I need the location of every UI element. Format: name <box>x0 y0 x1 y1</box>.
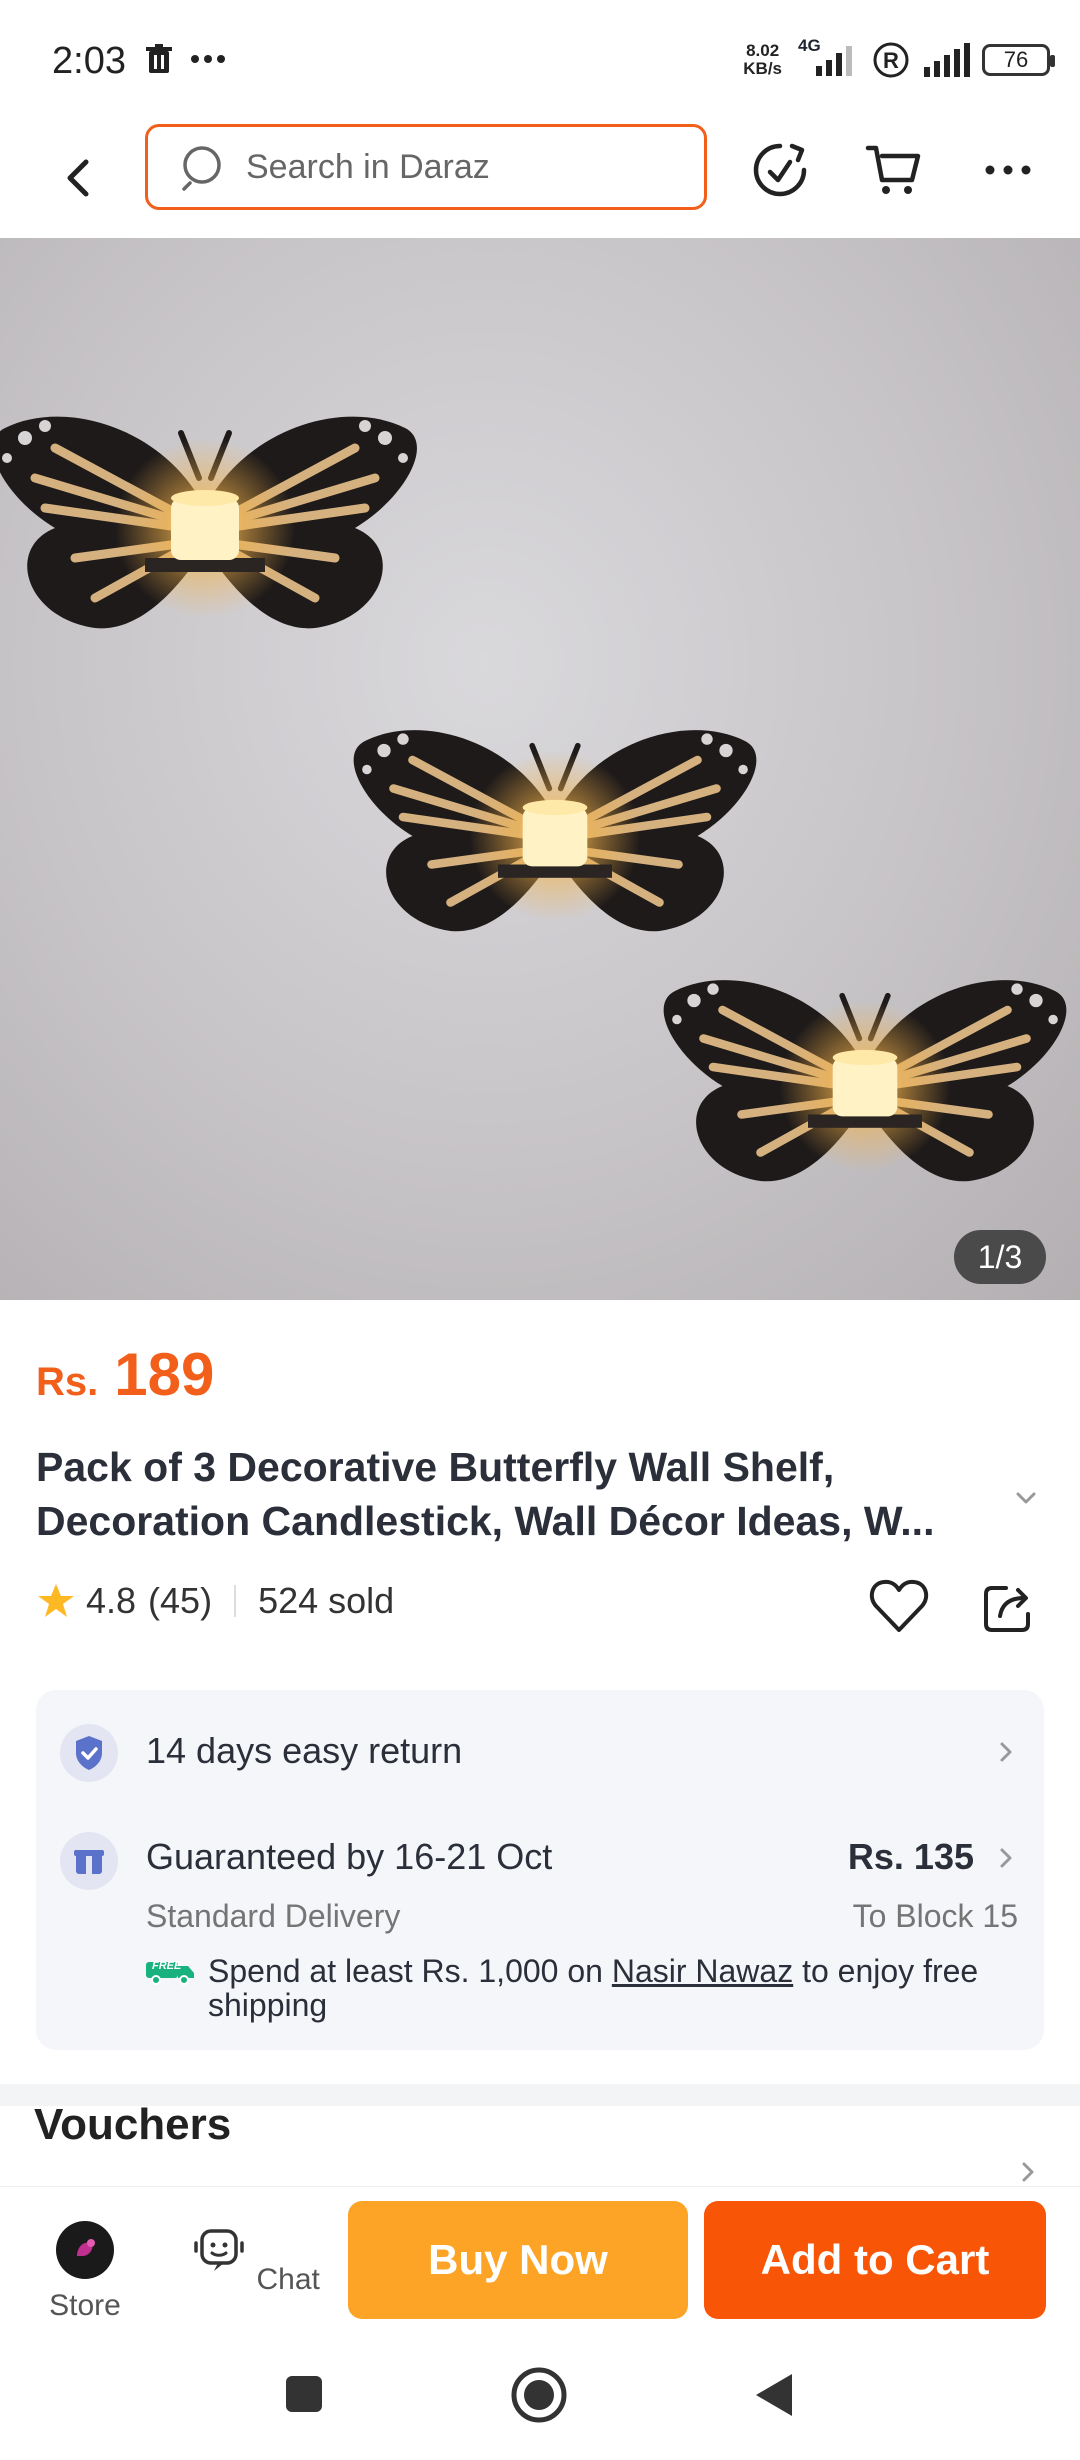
svg-text:R: R <box>883 48 899 73</box>
battery-icon: 76 <box>982 44 1055 76</box>
home-icon[interactable] <box>510 2366 568 2424</box>
price-value: 189 <box>114 1341 215 1408</box>
image-page-indicator: 1/3 <box>954 1230 1046 1284</box>
chevron-right-icon <box>1000 1848 1012 1868</box>
product-title[interactable]: Pack of 3 Decorative Butterfly Wall Shel… <box>36 1440 996 1548</box>
back-nav-icon[interactable] <box>752 2370 796 2420</box>
delivery-price: Rs. 135 <box>847 1836 974 1877</box>
rating-value: 4.8 <box>86 1580 137 1621</box>
delivery-label: Guaranteed by 16-21 Oct <box>146 1836 553 1877</box>
search-placeholder: Search in Daraz <box>246 147 490 186</box>
delivery-location: To Block 15 <box>852 1898 1018 1934</box>
search-input[interactable]: Search in Daraz <box>145 124 707 210</box>
more-notifications-icon <box>191 55 225 63</box>
chevron-right-icon <box>1000 1742 1012 1762</box>
status-right-icons: 8.02 KB/s 4G R 76 <box>743 36 1055 80</box>
network-type: 4G <box>794 36 860 80</box>
chat-label: Chat <box>256 2263 320 2296</box>
divider <box>234 1585 237 1617</box>
system-navigation-bar <box>0 2336 1080 2460</box>
more-options-icon[interactable] <box>976 138 1040 202</box>
top-nav: Search in Daraz <box>0 120 1080 240</box>
add-to-cart-button[interactable]: Add to Cart <box>704 2201 1046 2319</box>
action-bar: Store Chat Buy Now Add to Cart <box>0 2186 1080 2336</box>
registered-icon: R <box>873 42 909 78</box>
sold-count: 524 sold <box>258 1580 395 1621</box>
net-speed: 8.02 KB/s <box>743 41 782 78</box>
chat-icon <box>194 2229 244 2271</box>
status-time: 2:03 <box>52 40 126 82</box>
store-label: Store <box>49 2289 121 2322</box>
chat-button[interactable]: Chat <box>190 2221 320 2297</box>
butterfly-shelves-illustration <box>0 238 1080 1300</box>
delivery-box-icon <box>60 1832 118 1890</box>
return-label: 14 days easy return <box>146 1730 463 1771</box>
free-shipping-text: Spend at least Rs. 1,000 on Nasir Nawaz … <box>208 1953 979 2023</box>
signal-icon-2 <box>924 43 970 77</box>
product-image[interactable] <box>0 238 1080 1300</box>
recents-icon[interactable] <box>282 2372 326 2416</box>
price: Rs. 189 <box>36 1340 214 1409</box>
heart-icon[interactable] <box>866 1574 932 1640</box>
rating-count: (45) <box>148 1580 213 1621</box>
status-bar: 2:03 8.02 KB/s 4G R 76 <box>0 0 1080 120</box>
store-button[interactable]: Store <box>20 2221 150 2323</box>
chevron-right-icon[interactable] <box>1014 2158 1042 2186</box>
status-left-icons <box>146 44 226 74</box>
vouchers-heading[interactable]: Vouchers <box>34 2100 231 2150</box>
share-icon[interactable] <box>976 1574 1042 1640</box>
delivery-type: Standard Delivery <box>146 1898 401 1934</box>
price-currency: Rs. <box>36 1360 99 1404</box>
history-icon[interactable] <box>748 138 812 202</box>
chevron-down-icon[interactable] <box>1008 1480 1044 1516</box>
service-card: 14 days easy return Guaranteed by 16-21 … <box>36 1690 1044 2050</box>
seller-link[interactable]: Nasir Nawaz <box>612 1953 793 1989</box>
buy-now-button[interactable]: Buy Now <box>348 2201 688 2319</box>
star-icon <box>38 1584 74 1617</box>
cart-icon[interactable] <box>862 138 926 202</box>
signal-icon <box>816 46 852 76</box>
shield-icon <box>60 1724 118 1782</box>
store-avatar <box>56 2221 114 2279</box>
trash-notification-icon <box>146 44 172 73</box>
search-icon <box>182 146 221 191</box>
rating-row[interactable]: 4.8 (45) 524 sold <box>36 1580 394 1622</box>
back-icon[interactable] <box>50 148 110 208</box>
